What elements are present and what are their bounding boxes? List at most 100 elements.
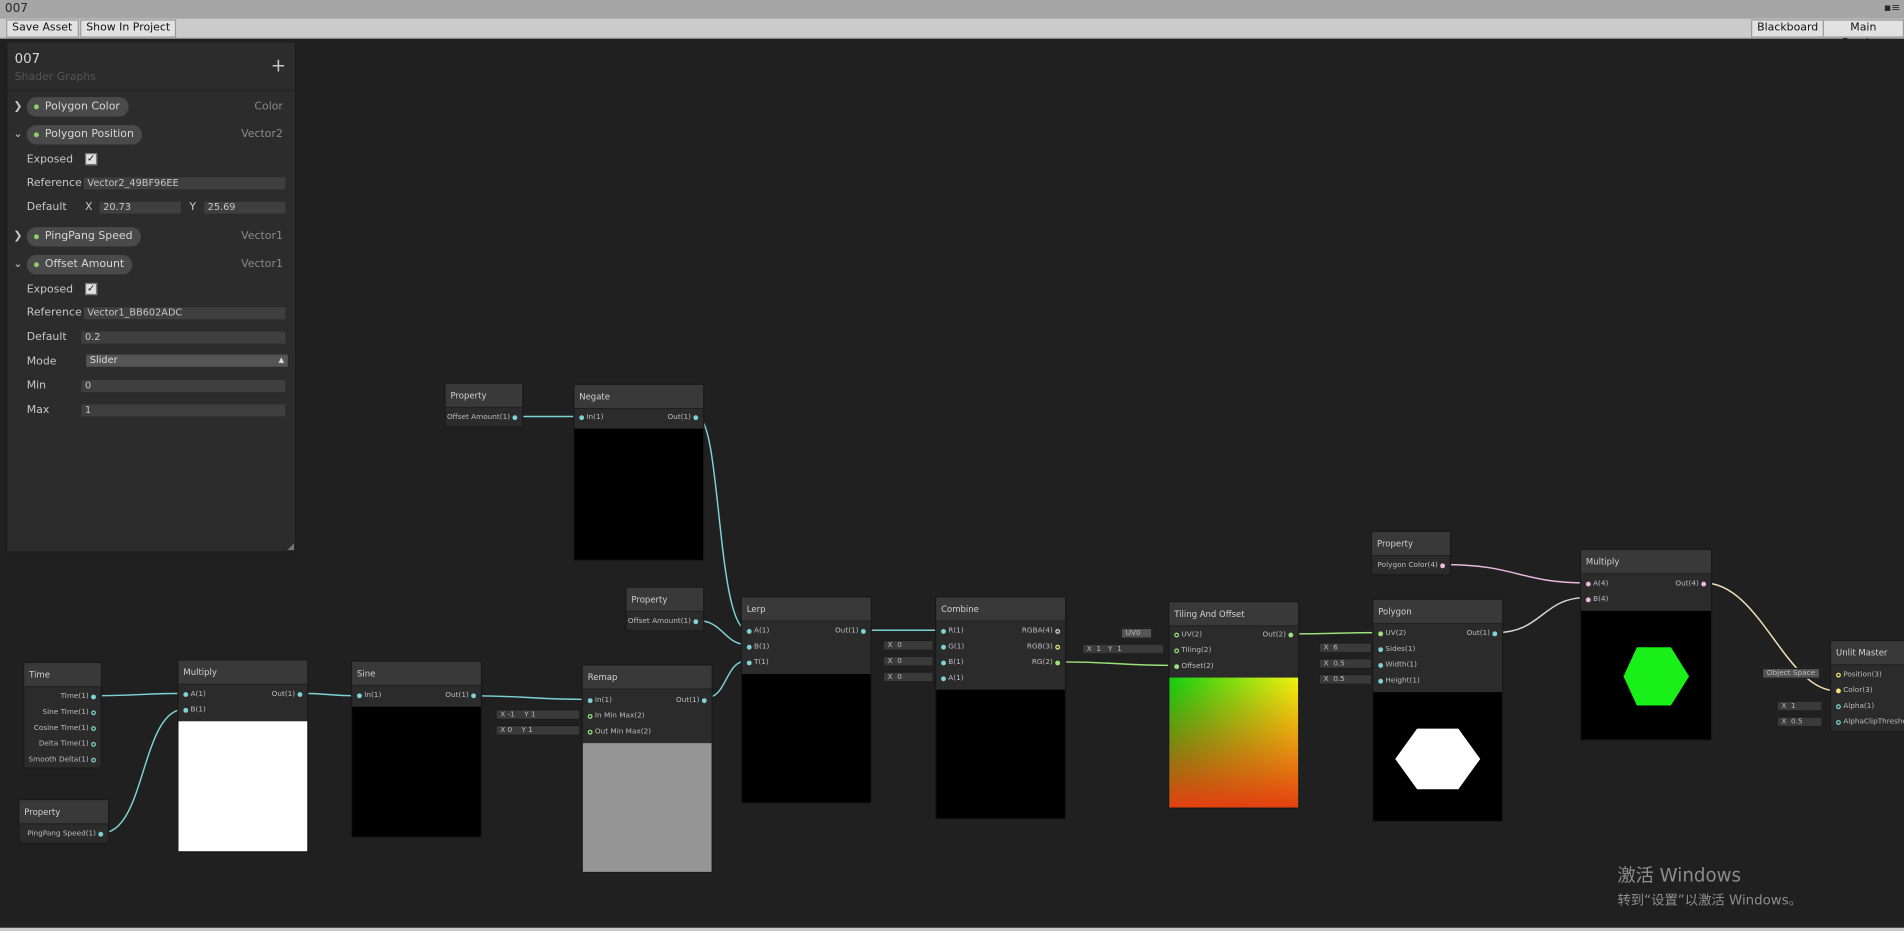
property-row[interactable]: ❯ PingPang Speed Vector1 — [7, 227, 295, 251]
remap-node[interactable]: Remap In(1) In Min Max(2) Out Min Max(2)… — [581, 664, 713, 874]
combine-g-value[interactable]: X 0 — [882, 639, 934, 651]
output-port[interactable]: Out(1) — [445, 690, 477, 702]
port-dot-icon[interactable] — [183, 691, 189, 697]
port-dot-icon[interactable] — [1378, 662, 1384, 668]
port-dot-icon[interactable] — [1836, 687, 1841, 693]
output-port[interactable]: RG(2) — [1032, 657, 1061, 669]
exposed-checkbox[interactable]: ✓ — [85, 282, 98, 296]
input-port[interactable]: In Min Max(2) — [587, 710, 645, 722]
input-port[interactable]: Height(1) — [1378, 675, 1420, 687]
input-port[interactable]: A(4) — [1585, 578, 1608, 590]
port-dot-icon[interactable] — [1055, 628, 1061, 634]
combine-node[interactable]: Combine R(1) G(1) B(1) A(1) RGBA(4) RGB(… — [935, 596, 1067, 820]
input-port[interactable]: B(1) — [941, 657, 964, 669]
property-node-pingpang-speed[interactable]: Property PingPang Speed(1) — [18, 799, 110, 844]
default-y-field[interactable]: 25.69 — [202, 200, 287, 215]
port-dot-icon[interactable] — [746, 659, 752, 665]
input-port[interactable]: In(1) — [579, 412, 604, 424]
output-port[interactable]: Sine Time(1) — [43, 707, 96, 719]
remap-out-min-max-value[interactable]: X 0 Y 1 — [495, 724, 581, 736]
port-dot-icon[interactable] — [587, 729, 593, 735]
input-port[interactable]: Width(1) — [1378, 659, 1417, 671]
port-dot-icon[interactable] — [357, 692, 362, 698]
port-dot-icon[interactable] — [91, 693, 96, 699]
tiling-and-offset-node[interactable]: Tiling And Offset UV(2) Tiling(2) Offset… — [1168, 601, 1300, 809]
output-port[interactable]: Out(1) — [835, 625, 866, 637]
show-in-project-button[interactable]: Show In Project — [80, 19, 177, 38]
port-dot-icon[interactable] — [941, 659, 946, 665]
expanded-chevron-icon[interactable]: ⌄ — [13, 259, 22, 271]
polygon-node[interactable]: Polygon UV(2) Sides(1) Width(1) Height(1… — [1372, 598, 1504, 823]
input-port[interactable]: A(1) — [746, 625, 769, 637]
port-dot-icon[interactable] — [1836, 703, 1841, 709]
output-port[interactable]: Delta Time(1) — [39, 738, 96, 750]
input-port[interactable]: A(1) — [183, 689, 206, 701]
port-dot-icon[interactable] — [183, 707, 189, 713]
port-dot-icon[interactable] — [587, 713, 593, 719]
lerp-node[interactable]: Lerp A(1) B(1) T(1) Out(1) — [740, 596, 872, 804]
polygon-height-value[interactable]: X 0.5 — [1318, 673, 1373, 685]
port-dot-icon[interactable] — [1174, 632, 1180, 637]
default-x-field[interactable]: 20.73 — [98, 200, 183, 215]
blackboard-toggle-button[interactable]: Blackboard — [1751, 19, 1825, 38]
alpha-value[interactable]: X 1 — [1776, 700, 1823, 712]
min-field[interactable]: 0 — [80, 378, 287, 394]
input-port[interactable]: AlphaClipThreshold — [1836, 716, 1904, 728]
input-port[interactable]: B(4) — [1585, 594, 1608, 606]
property-pill[interactable]: PingPang Speed — [26, 227, 142, 247]
input-port[interactable]: R(1) — [941, 625, 964, 637]
property-pill[interactable]: Polygon Position — [26, 125, 143, 145]
port-dot-icon[interactable] — [91, 725, 96, 731]
input-port[interactable]: UV(2) — [1378, 628, 1406, 640]
output-port[interactable]: Smooth Delta(1) — [29, 754, 96, 766]
combine-a-value[interactable]: X 0 — [882, 671, 934, 683]
mode-select[interactable]: Slider ▲ — [85, 353, 290, 368]
port-dot-icon[interactable] — [693, 618, 699, 624]
port-dot-icon[interactable] — [98, 831, 104, 837]
port-dot-icon[interactable] — [1174, 647, 1180, 653]
port-dot-icon[interactable] — [91, 757, 96, 762]
input-port[interactable]: Out Min Max(2) — [587, 726, 651, 738]
port-dot-icon[interactable] — [1378, 678, 1384, 684]
port-dot-icon[interactable] — [1701, 581, 1707, 586]
sine-node[interactable]: Sine In(1) Out(1) — [350, 660, 483, 838]
combine-b-value[interactable]: X 0 — [882, 655, 934, 667]
port-dot-icon[interactable] — [941, 675, 946, 681]
port-dot-icon[interactable] — [701, 697, 707, 703]
output-port[interactable]: Polygon Color(4) — [1378, 560, 1446, 572]
port-dot-icon[interactable] — [91, 741, 96, 747]
port-dot-icon[interactable] — [941, 644, 946, 650]
window-menu-icon[interactable]: ▪≡ — [1884, 0, 1901, 18]
input-port[interactable]: In(1) — [357, 690, 381, 702]
port-dot-icon[interactable] — [297, 691, 303, 697]
input-port[interactable]: B(1) — [183, 704, 206, 716]
port-dot-icon[interactable] — [579, 414, 585, 420]
port-dot-icon[interactable] — [1174, 663, 1180, 669]
collapsed-chevron-icon[interactable]: ❯ — [13, 101, 22, 113]
polygon-sides-value[interactable]: X 6 — [1318, 642, 1373, 654]
default-field[interactable]: 0.2 — [80, 330, 287, 345]
property-row[interactable]: ❯ Polygon Color Color — [7, 97, 295, 121]
output-port[interactable]: Cosine Time(1) — [34, 723, 96, 735]
port-dot-icon[interactable] — [1055, 644, 1061, 650]
port-dot-icon[interactable] — [91, 709, 96, 715]
port-dot-icon[interactable] — [746, 644, 752, 650]
output-port[interactable]: Out(4) — [1675, 578, 1707, 590]
input-port[interactable]: In(1) — [587, 695, 612, 707]
port-dot-icon[interactable] — [1288, 632, 1294, 637]
port-dot-icon[interactable] — [746, 628, 752, 634]
save-asset-button[interactable]: Save Asset — [6, 19, 79, 38]
alpha-clip-value[interactable]: X 0.5 — [1776, 716, 1823, 728]
input-port[interactable]: Position(3) — [1836, 669, 1882, 681]
port-dot-icon[interactable] — [1492, 630, 1498, 636]
port-dot-icon[interactable] — [1055, 659, 1061, 665]
port-dot-icon[interactable] — [1440, 562, 1446, 568]
reference-field[interactable]: Vector2_49BF96EE — [82, 176, 287, 191]
property-row[interactable]: ⌄ Polygon Position Vector2 — [7, 125, 295, 149]
input-port[interactable]: Alpha(1) — [1836, 701, 1874, 713]
port-dot-icon[interactable] — [941, 628, 946, 634]
polygon-width-value[interactable]: X 0.5 — [1318, 658, 1373, 670]
port-dot-icon[interactable] — [1836, 719, 1841, 725]
input-port[interactable]: Tiling(2) — [1174, 645, 1211, 657]
tiling-tiling-value[interactable]: X 1 Y 1 — [1081, 643, 1165, 655]
